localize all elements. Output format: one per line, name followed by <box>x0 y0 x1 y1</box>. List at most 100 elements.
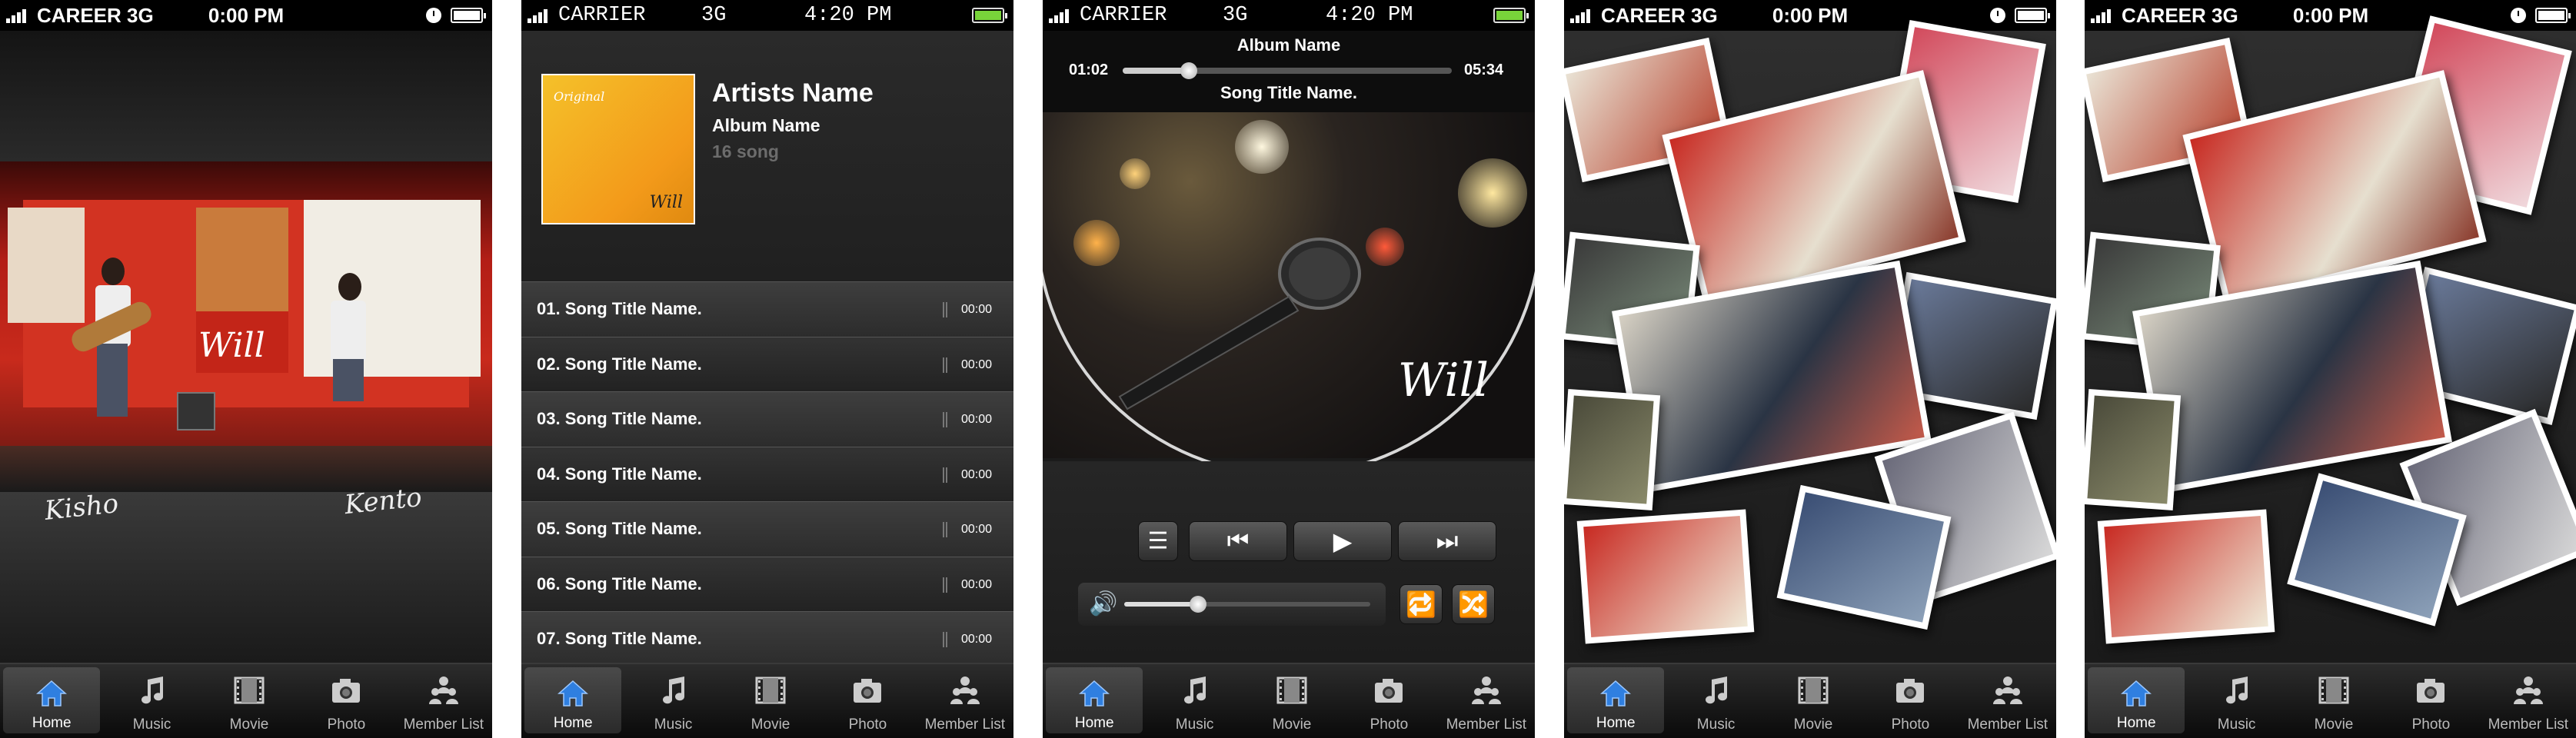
song-duration: 00:00 <box>961 357 993 371</box>
tab-music[interactable]: Music <box>2188 664 2285 738</box>
photo-thumbnail[interactable] <box>1564 388 1661 511</box>
shuffle-button[interactable]: 🔀 <box>1452 584 1495 624</box>
camera-icon <box>1375 679 1403 703</box>
home-icon <box>36 680 68 706</box>
tab-music[interactable]: Music <box>1667 664 1764 738</box>
tab-label: Member List <box>2488 716 2569 733</box>
song-duration: 00:00 <box>961 467 993 481</box>
battery-icon <box>451 8 486 23</box>
tab-label: Photo <box>2411 716 2451 733</box>
song-list: 01. Song Title Name. 00:00 02. Song Title… <box>521 281 1013 667</box>
tab-label: Movie <box>751 716 790 733</box>
tab-photo[interactable]: Photo <box>1862 664 1959 738</box>
home-icon <box>1600 680 1632 706</box>
tab-member-list[interactable]: Member List <box>2480 664 2576 738</box>
tab-bar: Home Music Movie Photo Member List <box>521 663 1013 738</box>
network-label: 3G <box>701 4 727 27</box>
tab-home[interactable]: Home <box>3 667 101 733</box>
film-icon <box>1798 676 1829 704</box>
home-icon <box>2121 680 2152 706</box>
progress-fill <box>1123 68 1189 74</box>
elapsed-time: 01:02 <box>1069 62 1109 78</box>
song-row[interactable]: 07. Song Title Name. 00:00 <box>521 611 1013 667</box>
photo-thumbnail[interactable] <box>1576 509 1755 644</box>
pause-icon <box>943 412 947 427</box>
will-watermark: Will <box>1397 354 1489 407</box>
tab-movie[interactable]: Movie <box>1765 664 1862 738</box>
tab-music[interactable]: Music <box>1146 664 1243 738</box>
tab-member-list[interactable]: Member List <box>1959 664 2056 738</box>
alarm-icon <box>2511 8 2526 23</box>
members-icon <box>950 676 980 704</box>
song-title: 07. Song Title Name. <box>537 629 702 648</box>
song-row[interactable]: 05. Song Title Name. 00:00 <box>521 501 1013 557</box>
song-duration: 00:00 <box>961 303 993 316</box>
camera-icon <box>332 679 361 703</box>
photo-screen-alt: CAREER 3G 0:00 PM Home Music Movie Photo… <box>2085 0 2576 738</box>
song-row[interactable]: 04. Song Title Name. 00:00 <box>521 446 1013 501</box>
home-icon <box>1079 680 1110 706</box>
repeat-icon: 🔁 <box>1406 590 1436 618</box>
volume-slider[interactable] <box>1124 596 1370 613</box>
amplifier <box>177 392 215 430</box>
signal-icon <box>528 8 555 23</box>
music-note-icon <box>1183 676 1206 704</box>
tab-label: Member List <box>1967 716 2048 733</box>
tab-home[interactable]: Home <box>1046 667 1143 733</box>
battery-icon <box>1493 8 1529 23</box>
network-label: 3G <box>1223 4 1248 27</box>
film-icon <box>1276 676 1307 704</box>
tab-photo[interactable]: Photo <box>2382 664 2479 738</box>
status-bar: CAREER 3G 0:00 PM <box>0 0 492 31</box>
photo-thumbnail[interactable] <box>2097 509 2275 644</box>
tab-home[interactable]: Home <box>2088 667 2185 733</box>
poster <box>8 208 85 323</box>
next-button[interactable]: ⏭ <box>1398 521 1496 561</box>
status-time: 0:00 PM <box>2292 4 2369 27</box>
tab-photo[interactable]: Photo <box>1340 664 1437 738</box>
player-screen: CARRIER 3G 4:20 PM Album Name 01:02 05:3… <box>1043 0 1535 738</box>
album-header: Original Will Artists Name Album Name 16… <box>521 31 1013 281</box>
tab-home[interactable]: Home <box>1567 667 1665 733</box>
tab-member-list[interactable]: Member List <box>917 664 1013 738</box>
pause-icon <box>943 357 947 373</box>
progress-knob[interactable] <box>1180 62 1197 79</box>
will-logo: Will <box>198 326 265 365</box>
tab-home[interactable]: Home <box>524 667 622 733</box>
song-count: 16 song <box>712 141 779 161</box>
previous-button[interactable]: ⏮ <box>1189 521 1287 561</box>
song-duration: 00:00 <box>961 413 993 426</box>
repeat-button[interactable]: 🔁 <box>1399 584 1443 624</box>
playlist-button[interactable]: ☰ <box>1138 521 1178 561</box>
tab-label: Member List <box>1446 716 1527 733</box>
tab-movie[interactable]: Movie <box>1243 664 1340 738</box>
tab-member-list[interactable]: Member List <box>1438 664 1535 738</box>
tab-movie[interactable]: Movie <box>722 664 819 738</box>
tab-movie[interactable]: Movie <box>201 664 298 738</box>
song-row[interactable]: 03. Song Title Name. 00:00 <box>521 391 1013 447</box>
play-button[interactable]: ▶ <box>1293 521 1392 561</box>
volume-knob[interactable] <box>1190 596 1206 613</box>
song-title: 06. Song Title Name. <box>537 573 702 593</box>
status-time: 0:00 PM <box>208 4 285 27</box>
album-cover[interactable]: Original Will <box>541 74 695 224</box>
tab-music[interactable]: Music <box>103 664 200 738</box>
song-title: 02. Song Title Name. <box>537 354 702 374</box>
photo-collage <box>1564 19 2056 663</box>
song-row[interactable]: 02. Song Title Name. 00:00 <box>521 336 1013 391</box>
photo-thumbnail[interactable] <box>2085 388 2182 511</box>
status-time: 4:20 PM <box>804 4 892 27</box>
battery-icon <box>972 8 1007 23</box>
progress-slider[interactable] <box>1123 62 1452 79</box>
tab-photo[interactable]: Photo <box>298 664 394 738</box>
status-bar: CAREER 3G 0:00 PM <box>2085 0 2576 31</box>
tab-member-list[interactable]: Member List <box>395 664 492 738</box>
battery-icon <box>2535 8 2571 23</box>
tab-music[interactable]: Music <box>624 664 721 738</box>
members-icon <box>428 676 458 704</box>
song-row[interactable]: 01. Song Title Name. 00:00 <box>521 281 1013 337</box>
song-row[interactable]: 06. Song Title Name. 00:00 <box>521 556 1013 611</box>
tab-movie[interactable]: Movie <box>2285 664 2382 738</box>
status-bar: CARRIER 3G 4:20 PM <box>521 0 1013 31</box>
tab-photo[interactable]: Photo <box>819 664 916 738</box>
